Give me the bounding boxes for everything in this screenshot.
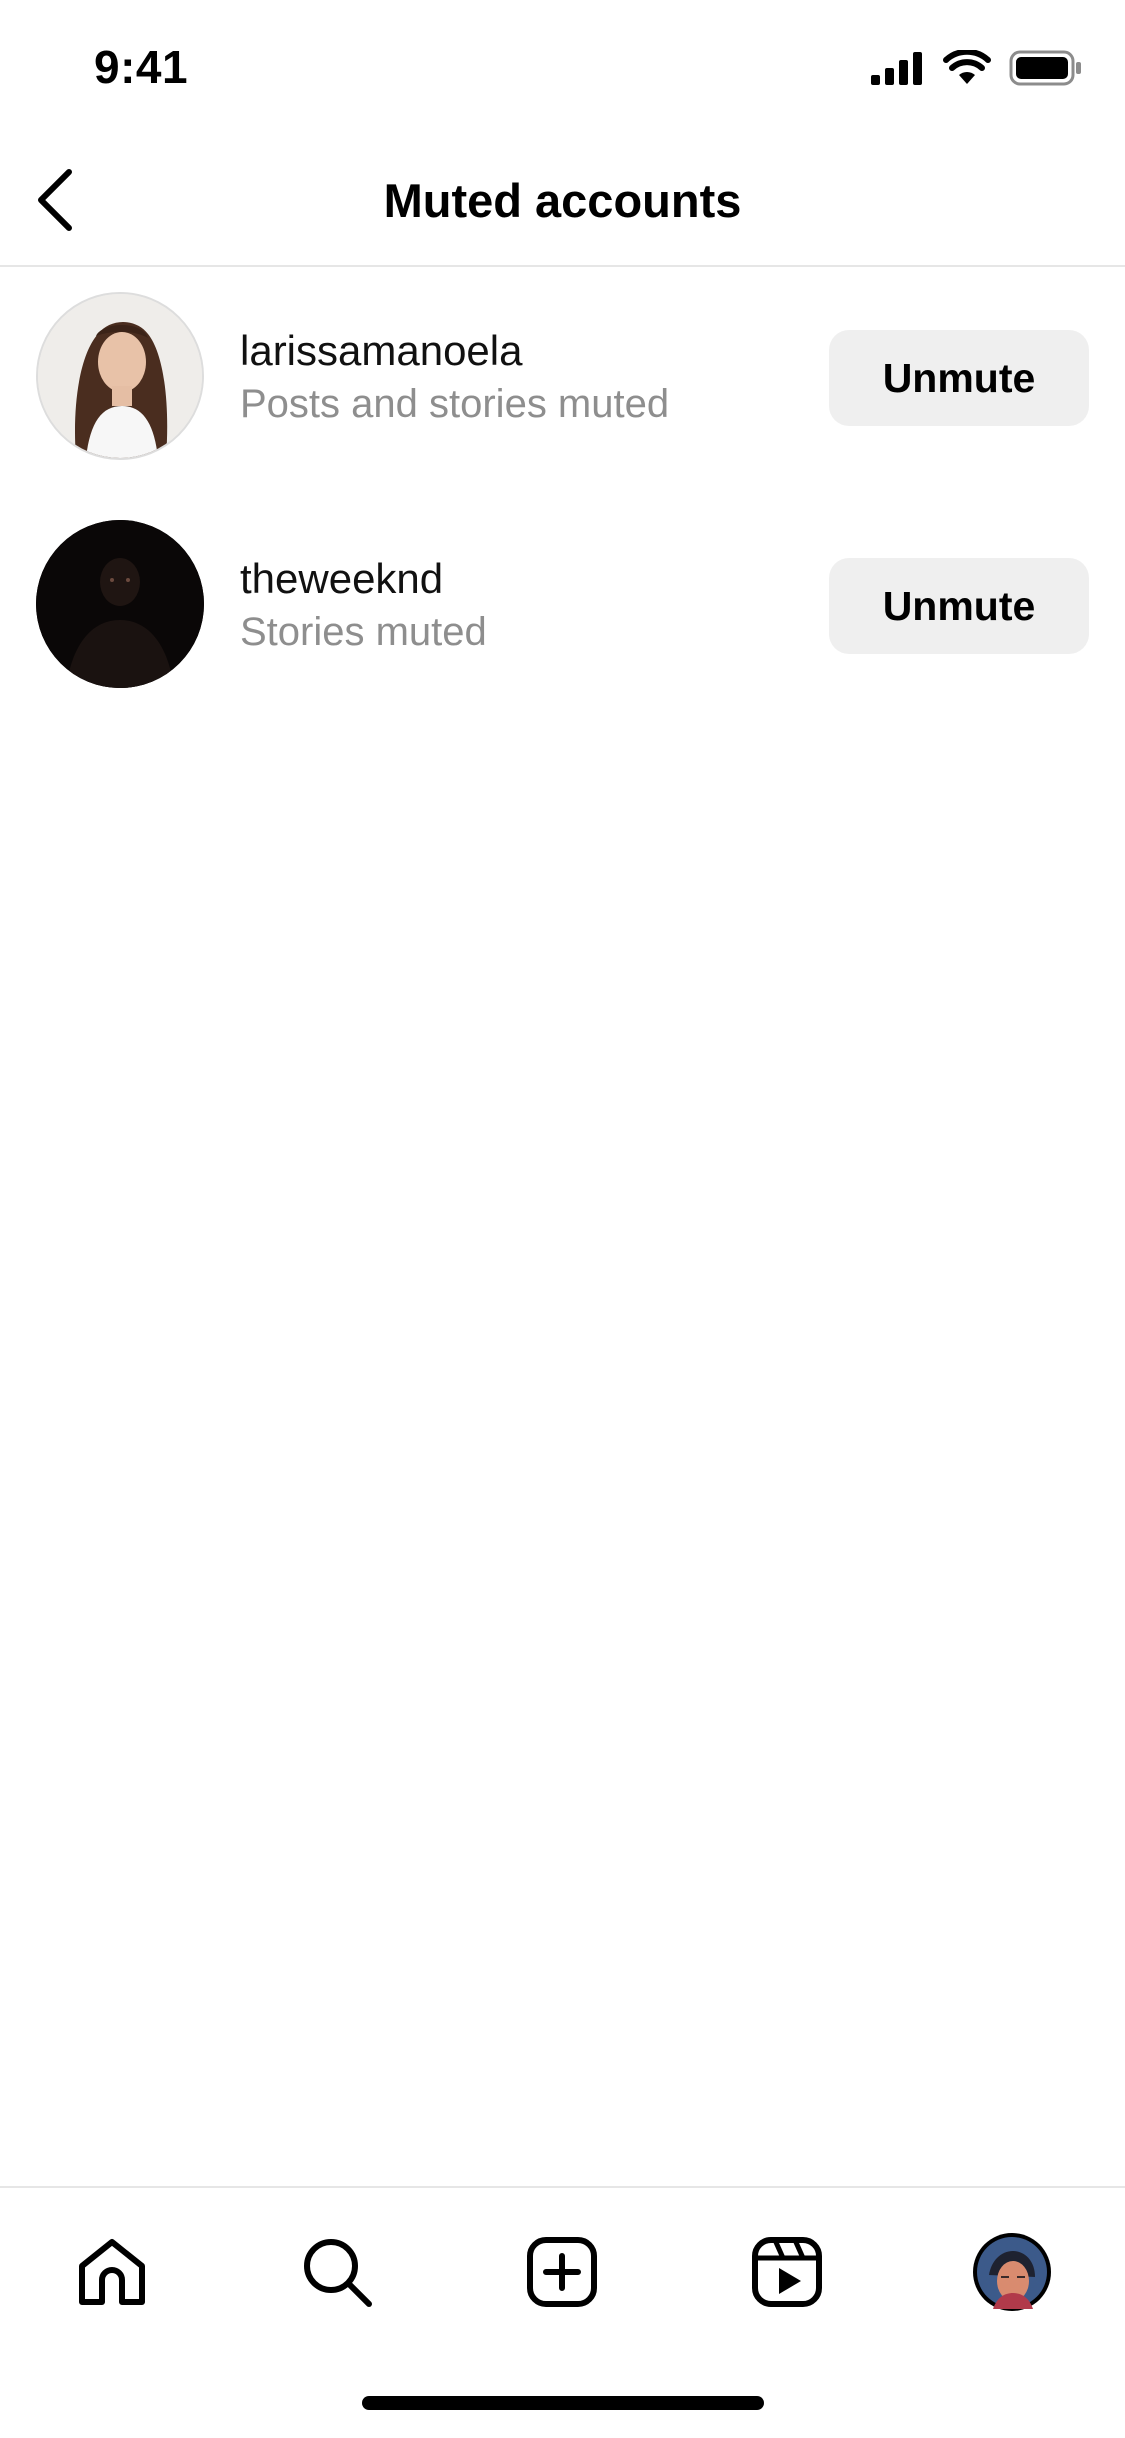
cellular-signal-icon — [871, 52, 922, 85]
search-icon — [304, 2239, 372, 2307]
account-info[interactable]: larissamanoela Posts and stories muted — [240, 325, 669, 429]
tab-new-post[interactable] — [514, 2224, 610, 2320]
status-bar: 9:41 — [0, 0, 1125, 135]
avatar[interactable] — [36, 520, 204, 688]
username: theweeknd — [240, 555, 444, 602]
reels-icon — [752, 2237, 822, 2307]
account-info[interactable]: theweeknd Stories muted — [240, 553, 487, 657]
battery-icon — [1009, 50, 1081, 86]
mute-status: Stories muted — [240, 610, 487, 654]
tab-reels[interactable] — [739, 2224, 835, 2320]
wifi-icon — [943, 50, 991, 84]
navigation-header: Muted accounts — [0, 135, 1125, 267]
status-icons — [871, 50, 1083, 86]
mute-status: Posts and stories muted — [240, 382, 670, 426]
unmute-button[interactable]: Unmute — [829, 330, 1089, 426]
list-item: theweeknd Stories muted Unmute — [0, 498, 1125, 726]
avatar[interactable] — [36, 292, 204, 460]
tab-search[interactable] — [289, 2224, 385, 2320]
home-indicator — [362, 2396, 764, 2410]
muted-accounts-list: larissamanoela Posts and stories muted U… — [0, 270, 1125, 726]
profile-avatar — [973, 2233, 1051, 2311]
list-item: larissamanoela Posts and stories muted U… — [0, 270, 1125, 498]
tab-profile[interactable] — [964, 2224, 1060, 2320]
status-time: 9:41 — [94, 41, 189, 93]
username: larissamanoela — [240, 327, 523, 374]
page-title: Muted accounts — [383, 174, 742, 227]
unmute-button[interactable]: Unmute — [829, 558, 1089, 654]
tab-home[interactable] — [64, 2224, 160, 2320]
new-post-icon — [527, 2237, 597, 2307]
home-icon — [79, 2239, 145, 2305]
